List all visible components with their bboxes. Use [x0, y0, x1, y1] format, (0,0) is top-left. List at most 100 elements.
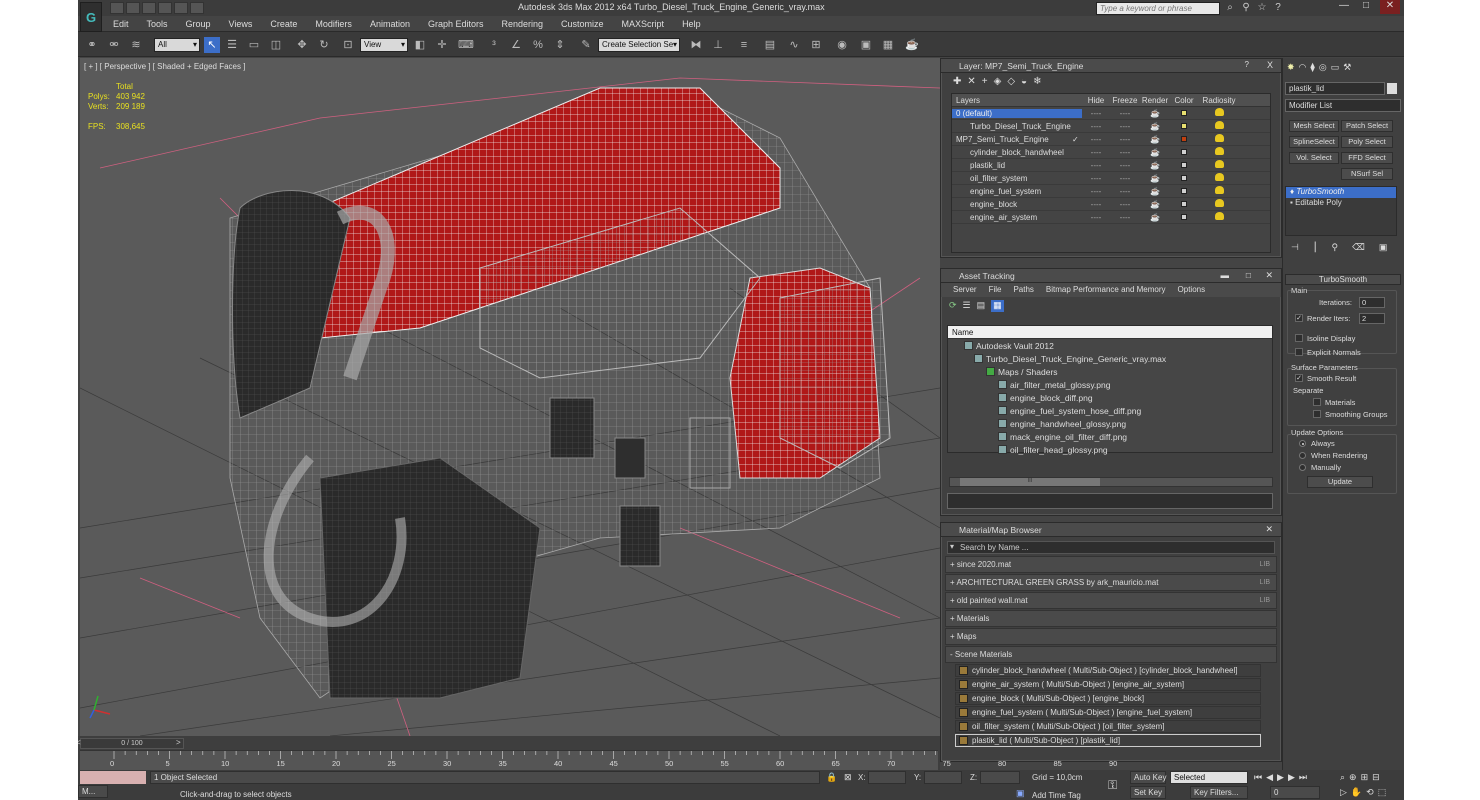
- key-mode-dropdown[interactable]: Selected: [1170, 771, 1248, 784]
- menu-help[interactable]: Help: [673, 19, 710, 29]
- radiosity-cell[interactable]: [1198, 160, 1240, 170]
- motion-tab-icon[interactable]: ◎: [1319, 62, 1327, 73]
- freeze-toggle[interactable]: ----: [1110, 174, 1140, 183]
- undo-icon[interactable]: [158, 2, 172, 14]
- layer-row[interactable]: engine_fuel_system ---- ---- ☕: [952, 185, 1270, 198]
- table-view-icon[interactable]: ▦: [991, 300, 1004, 312]
- when-rendering-radio[interactable]: [1299, 452, 1306, 459]
- detail-view-icon[interactable]: ▤: [977, 300, 986, 312]
- zoom-extents-icon[interactable]: ⊞: [1361, 772, 1369, 783]
- maximize-viewport-icon[interactable]: ⬚: [1378, 787, 1387, 798]
- layer-col-hide[interactable]: Hide: [1082, 96, 1110, 105]
- hide-toggle[interactable]: ----: [1082, 122, 1110, 131]
- auto-key-button[interactable]: Auto Key: [1130, 771, 1166, 784]
- lock-selection-icon[interactable]: 🔒: [826, 772, 837, 783]
- material-library-row[interactable]: + since 2020.mat LIB: [945, 556, 1277, 573]
- prev-frame-icon[interactable]: ◀: [1266, 772, 1273, 783]
- color-cell[interactable]: [1170, 161, 1198, 170]
- list-view-icon[interactable]: ☰: [963, 300, 971, 312]
- pin-stack-icon[interactable]: ⊣: [1291, 242, 1299, 253]
- radiosity-bulb-icon[interactable]: [1214, 212, 1224, 220]
- hide-toggle[interactable]: ----: [1082, 213, 1110, 222]
- x-coordinate-field[interactable]: [868, 771, 906, 784]
- hide-toggle[interactable]: ----: [1082, 109, 1110, 118]
- spinner-snap-icon[interactable]: ⇕: [552, 37, 568, 53]
- zoom-extents-all-icon[interactable]: ⊟: [1372, 772, 1380, 783]
- current-frame-spinner[interactable]: 0: [1270, 786, 1320, 799]
- move-icon[interactable]: ✥: [294, 37, 310, 53]
- radiosity-cell[interactable]: [1198, 212, 1240, 222]
- stack-turbosmooth[interactable]: ♦ TurboSmooth: [1286, 187, 1396, 198]
- layer-color-swatch[interactable]: [1181, 200, 1187, 207]
- hide-toggle[interactable]: ----: [1082, 148, 1110, 157]
- menu-edit[interactable]: Edit: [104, 19, 138, 29]
- spline-select-button[interactable]: SplineSelect: [1289, 136, 1339, 148]
- align-icon[interactable]: ⊥: [710, 37, 726, 53]
- pivot-center-icon[interactable]: ◧: [412, 37, 428, 53]
- smoothing-groups-checkbox[interactable]: [1313, 410, 1321, 418]
- layer-help-button[interactable]: ?: [1245, 60, 1249, 69]
- scene-material-row[interactable]: engine_fuel_system ( Multi/Sub-Object ) …: [955, 706, 1261, 719]
- layer-color-swatch[interactable]: [1181, 109, 1187, 116]
- layer-color-swatch[interactable]: [1181, 148, 1187, 155]
- color-cell[interactable]: [1170, 122, 1198, 131]
- selection-filter-dropdown[interactable]: All: [154, 38, 200, 52]
- nsurf-sel-button[interactable]: NSurf Sel: [1341, 168, 1393, 180]
- maximize-button[interactable]: □: [1356, 0, 1376, 14]
- radiosity-bulb-icon[interactable]: [1214, 160, 1224, 168]
- material-library-row[interactable]: + old painted wall.mat LIB: [945, 592, 1277, 609]
- render-toggle-icon[interactable]: ☕: [1140, 135, 1170, 144]
- patch-select-button[interactable]: Patch Select: [1341, 120, 1393, 132]
- save-file-icon[interactable]: [142, 2, 156, 14]
- radiosity-bulb-icon[interactable]: [1214, 108, 1224, 116]
- color-cell[interactable]: [1170, 187, 1198, 196]
- fov-icon[interactable]: ▷: [1340, 787, 1347, 798]
- layer-close-button[interactable]: X: [1267, 60, 1273, 70]
- asset-menu-options[interactable]: Options: [1172, 285, 1212, 295]
- color-cell[interactable]: [1170, 135, 1198, 144]
- material-group-row[interactable]: - Scene Materials: [945, 646, 1277, 663]
- material-group-row[interactable]: + Materials: [945, 610, 1277, 627]
- layer-col-radiosity[interactable]: Radiosity: [1198, 96, 1240, 105]
- hide-toggle[interactable]: ----: [1082, 174, 1110, 183]
- material-editor-icon[interactable]: ◉: [834, 37, 850, 53]
- y-coordinate-field[interactable]: [924, 771, 962, 784]
- radiosity-cell[interactable]: [1198, 134, 1240, 144]
- named-selection-dropdown[interactable]: Create Selection Se: [598, 38, 680, 52]
- asset-tree-item[interactable]: Turbo_Diesel_Truck_Engine_Generic_vray.m…: [948, 352, 1272, 365]
- viewport-label[interactable]: [ + ] [ Perspective ] [ Shaded + Edged F…: [84, 62, 245, 71]
- add-to-layer-icon[interactable]: +: [982, 76, 988, 90]
- reference-coordinate-dropdown[interactable]: View: [360, 38, 408, 52]
- radiosity-bulb-icon[interactable]: [1214, 173, 1224, 181]
- radiosity-cell[interactable]: [1198, 108, 1240, 118]
- asset-menu-file[interactable]: File: [983, 285, 1008, 295]
- layer-color-swatch[interactable]: [1181, 135, 1187, 142]
- mesh-select-button[interactable]: Mesh Select: [1289, 120, 1339, 132]
- layer-color-swatch[interactable]: [1181, 161, 1187, 168]
- new-file-icon[interactable]: [110, 2, 124, 14]
- explicit-normals-checkbox[interactable]: [1295, 348, 1303, 356]
- key-filters-button[interactable]: Key Filters...: [1190, 786, 1248, 799]
- vol-select-button[interactable]: Vol. Select: [1289, 152, 1339, 164]
- radiosity-bulb-icon[interactable]: [1214, 147, 1224, 155]
- asset-tree-item[interactable]: engine_handwheel_glossy.png: [948, 417, 1272, 430]
- display-tab-icon[interactable]: ▭: [1331, 62, 1340, 73]
- create-tab-icon[interactable]: ✸: [1287, 62, 1295, 73]
- keyboard-shortcut-icon[interactable]: ⌨: [458, 37, 474, 53]
- link-icon[interactable]: ⚭: [84, 37, 100, 53]
- asset-tree-item[interactable]: Maps / Shaders: [948, 365, 1272, 378]
- render-toggle-icon[interactable]: ☕: [1140, 187, 1170, 196]
- asset-tree-item[interactable]: oil_filter_head_glossy.png: [948, 443, 1272, 456]
- layer-row[interactable]: Turbo_Diesel_Truck_Engine ---- ---- ☕: [952, 120, 1270, 133]
- app-logo-icon[interactable]: G: [80, 2, 102, 32]
- menu-tools[interactable]: Tools: [138, 19, 177, 29]
- search-options-icon[interactable]: ▾: [950, 542, 954, 551]
- window-crossing-icon[interactable]: ◫: [268, 37, 284, 53]
- slider-prev-icon[interactable]: <: [78, 738, 81, 747]
- radiosity-bulb-icon[interactable]: [1214, 121, 1224, 129]
- render-toggle-icon[interactable]: ☕: [1140, 200, 1170, 209]
- iterations-spinner[interactable]: 0: [1359, 297, 1385, 308]
- radiosity-cell[interactable]: [1198, 173, 1240, 183]
- ffd-select-button[interactable]: FFD Select: [1341, 152, 1393, 164]
- slider-next-icon[interactable]: >: [176, 738, 181, 747]
